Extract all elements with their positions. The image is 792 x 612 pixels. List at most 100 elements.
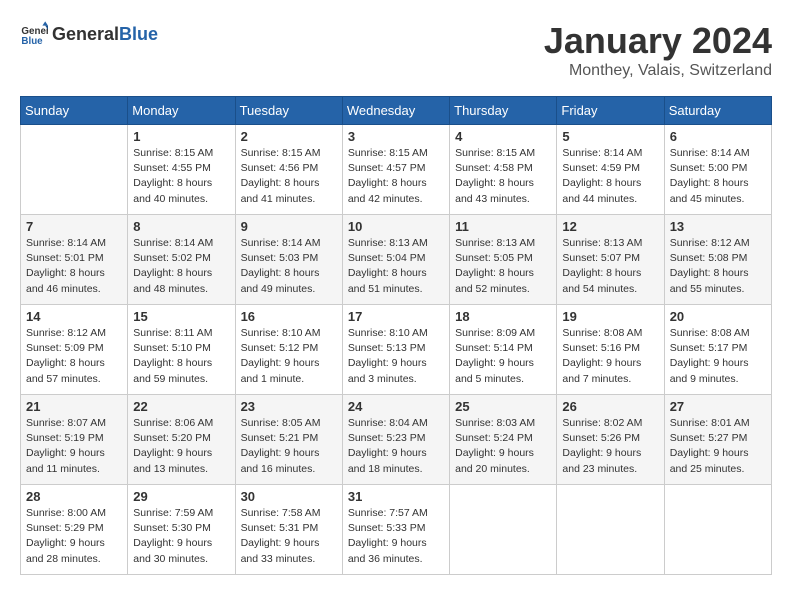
logo-icon: General Blue <box>20 20 48 48</box>
day-cell: 30 Sunrise: 7:58 AM Sunset: 5:31 PM Dayli… <box>235 485 342 575</box>
day-info: Sunrise: 8:15 AM Sunset: 4:55 PM Dayligh… <box>133 146 229 207</box>
week-row-5: 28Sunrise: 8:00 AM Sunset: 5:29 PM Dayli… <box>21 485 772 575</box>
day-cell: 22 Sunrise: 8:06 AM Sunset: 5:20 PM Dayli… <box>128 395 235 485</box>
day-info: Sunrise: 8:08 AM Sunset: 5:17 PM Dayligh… <box>670 326 766 387</box>
day-cell: 25 Sunrise: 8:03 AM Sunset: 5:24 PM Dayli… <box>450 395 557 485</box>
day-cell: 18Sunrise: 8:09 AM Sunset: 5:14 PM Dayli… <box>450 305 557 395</box>
week-row-3: 14 Sunrise: 8:12 AM Sunset: 5:09 PM Dayli… <box>21 305 772 395</box>
day-cell: 10 Sunrise: 8:13 AM Sunset: 5:04 PM Dayli… <box>342 215 449 305</box>
day-number: 14 <box>26 309 122 324</box>
day-cell: 26 Sunrise: 8:02 AM Sunset: 5:26 PM Dayli… <box>557 395 664 485</box>
day-cell: 19 Sunrise: 8:08 AM Sunset: 5:16 PM Dayli… <box>557 305 664 395</box>
day-cell: 9 Sunrise: 8:14 AM Sunset: 5:03 PM Daylig… <box>235 215 342 305</box>
header: General Blue General Blue January 2024 M… <box>20 20 772 80</box>
day-cell <box>21 125 128 215</box>
day-info: Sunrise: 8:10 AM Sunset: 5:13 PM Dayligh… <box>348 326 444 387</box>
day-cell <box>557 485 664 575</box>
day-cell: 3 Sunrise: 8:15 AM Sunset: 4:57 PM Daylig… <box>342 125 449 215</box>
day-number: 26 <box>562 399 658 414</box>
day-number: 17 <box>348 309 444 324</box>
logo-blue-text: Blue <box>119 24 158 45</box>
day-number: 7 <box>26 219 122 234</box>
month-title: January 2024 <box>544 20 772 62</box>
day-info: Sunrise: 8:12 AM Sunset: 5:08 PM Dayligh… <box>670 236 766 297</box>
day-cell: 28Sunrise: 8:00 AM Sunset: 5:29 PM Dayli… <box>21 485 128 575</box>
day-number: 18 <box>455 309 551 324</box>
day-info: Sunrise: 8:14 AM Sunset: 5:00 PM Dayligh… <box>670 146 766 207</box>
day-cell <box>664 485 771 575</box>
day-number: 29 <box>133 489 229 504</box>
day-info: Sunrise: 8:15 AM Sunset: 4:56 PM Dayligh… <box>241 146 337 207</box>
day-number: 2 <box>241 129 337 144</box>
logo: General Blue General Blue <box>20 20 158 48</box>
day-cell: 21 Sunrise: 8:07 AM Sunset: 5:19 PM Dayli… <box>21 395 128 485</box>
location-subtitle: Monthey, Valais, Switzerland <box>544 62 772 80</box>
day-cell: 15Sunrise: 8:11 AM Sunset: 5:10 PM Dayli… <box>128 305 235 395</box>
day-info: Sunrise: 8:12 AM Sunset: 5:09 PM Dayligh… <box>26 326 122 387</box>
day-cell: 6 Sunrise: 8:14 AM Sunset: 5:00 PM Daylig… <box>664 125 771 215</box>
day-number: 22 <box>133 399 229 414</box>
title-area: January 2024 Monthey, Valais, Switzerlan… <box>544 20 772 80</box>
day-number: 12 <box>562 219 658 234</box>
day-number: 9 <box>241 219 337 234</box>
day-cell: 4Sunrise: 8:15 AM Sunset: 4:58 PM Daylig… <box>450 125 557 215</box>
day-number: 3 <box>348 129 444 144</box>
day-number: 19 <box>562 309 658 324</box>
day-number: 27 <box>670 399 766 414</box>
day-number: 10 <box>348 219 444 234</box>
day-cell: 14 Sunrise: 8:12 AM Sunset: 5:09 PM Dayli… <box>21 305 128 395</box>
day-info: Sunrise: 7:58 AM Sunset: 5:31 PM Dayligh… <box>241 506 337 567</box>
day-number: 25 <box>455 399 551 414</box>
day-info: Sunrise: 7:59 AM Sunset: 5:30 PM Dayligh… <box>133 506 229 567</box>
day-info: Sunrise: 8:15 AM Sunset: 4:58 PM Dayligh… <box>455 146 551 207</box>
day-info: Sunrise: 8:06 AM Sunset: 5:20 PM Dayligh… <box>133 416 229 477</box>
day-info: Sunrise: 8:14 AM Sunset: 4:59 PM Dayligh… <box>562 146 658 207</box>
day-info: Sunrise: 8:14 AM Sunset: 5:03 PM Dayligh… <box>241 236 337 297</box>
calendar-table: SundayMondayTuesdayWednesdayThursdayFrid… <box>20 96 772 575</box>
day-cell: 27 Sunrise: 8:01 AM Sunset: 5:27 PM Dayli… <box>664 395 771 485</box>
day-number: 28 <box>26 489 122 504</box>
day-number: 31 <box>348 489 444 504</box>
day-info: Sunrise: 8:01 AM Sunset: 5:27 PM Dayligh… <box>670 416 766 477</box>
day-cell: 8 Sunrise: 8:14 AM Sunset: 5:02 PM Daylig… <box>128 215 235 305</box>
day-number: 30 <box>241 489 337 504</box>
weekday-header-sunday: Sunday <box>21 97 128 125</box>
day-cell <box>450 485 557 575</box>
day-cell: 31 Sunrise: 7:57 AM Sunset: 5:33 PM Dayli… <box>342 485 449 575</box>
day-info: Sunrise: 8:13 AM Sunset: 5:05 PM Dayligh… <box>455 236 551 297</box>
weekday-header-tuesday: Tuesday <box>235 97 342 125</box>
day-info: Sunrise: 8:14 AM Sunset: 5:01 PM Dayligh… <box>26 236 122 297</box>
week-row-2: 7 Sunrise: 8:14 AM Sunset: 5:01 PM Daylig… <box>21 215 772 305</box>
day-cell: 13 Sunrise: 8:12 AM Sunset: 5:08 PM Dayli… <box>664 215 771 305</box>
day-number: 13 <box>670 219 766 234</box>
day-number: 1 <box>133 129 229 144</box>
day-number: 8 <box>133 219 229 234</box>
weekday-header-row: SundayMondayTuesdayWednesdayThursdayFrid… <box>21 97 772 125</box>
day-info: Sunrise: 8:02 AM Sunset: 5:26 PM Dayligh… <box>562 416 658 477</box>
day-number: 5 <box>562 129 658 144</box>
weekday-header-saturday: Saturday <box>664 97 771 125</box>
day-number: 24 <box>348 399 444 414</box>
day-cell: 11Sunrise: 8:13 AM Sunset: 5:05 PM Dayli… <box>450 215 557 305</box>
day-cell: 5 Sunrise: 8:14 AM Sunset: 4:59 PM Daylig… <box>557 125 664 215</box>
day-info: Sunrise: 8:13 AM Sunset: 5:07 PM Dayligh… <box>562 236 658 297</box>
weekday-header-wednesday: Wednesday <box>342 97 449 125</box>
calendar-body: 1 Sunrise: 8:15 AM Sunset: 4:55 PM Daylig… <box>21 125 772 575</box>
day-info: Sunrise: 8:07 AM Sunset: 5:19 PM Dayligh… <box>26 416 122 477</box>
day-info: Sunrise: 8:03 AM Sunset: 5:24 PM Dayligh… <box>455 416 551 477</box>
day-info: Sunrise: 8:15 AM Sunset: 4:57 PM Dayligh… <box>348 146 444 207</box>
day-cell: 29 Sunrise: 7:59 AM Sunset: 5:30 PM Dayli… <box>128 485 235 575</box>
day-number: 21 <box>26 399 122 414</box>
day-cell: 7 Sunrise: 8:14 AM Sunset: 5:01 PM Daylig… <box>21 215 128 305</box>
day-info: Sunrise: 7:57 AM Sunset: 5:33 PM Dayligh… <box>348 506 444 567</box>
week-row-1: 1 Sunrise: 8:15 AM Sunset: 4:55 PM Daylig… <box>21 125 772 215</box>
day-cell: 24Sunrise: 8:04 AM Sunset: 5:23 PM Dayli… <box>342 395 449 485</box>
day-info: Sunrise: 8:05 AM Sunset: 5:21 PM Dayligh… <box>241 416 337 477</box>
day-number: 20 <box>670 309 766 324</box>
day-info: Sunrise: 8:13 AM Sunset: 5:04 PM Dayligh… <box>348 236 444 297</box>
day-number: 6 <box>670 129 766 144</box>
day-info: Sunrise: 8:14 AM Sunset: 5:02 PM Dayligh… <box>133 236 229 297</box>
day-number: 16 <box>241 309 337 324</box>
day-cell: 2 Sunrise: 8:15 AM Sunset: 4:56 PM Daylig… <box>235 125 342 215</box>
day-info: Sunrise: 8:08 AM Sunset: 5:16 PM Dayligh… <box>562 326 658 387</box>
